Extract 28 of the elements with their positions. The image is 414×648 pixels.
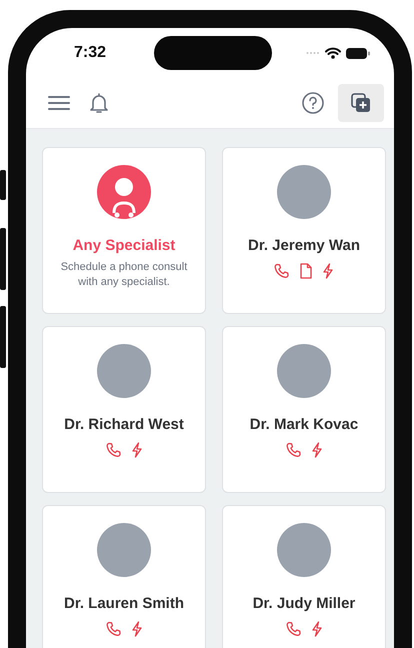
card-description: Schedule a phone consult with any specialist. — [60, 260, 188, 290]
add-button[interactable] — [338, 84, 384, 122]
doctor-name: Dr. Judy Miller — [252, 595, 356, 612]
card-title: Any Specialist — [72, 237, 176, 254]
menu-icon[interactable] — [48, 95, 70, 111]
doctor-name: Dr. Mark Kovac — [250, 416, 358, 433]
avatar-placeholder — [277, 523, 331, 577]
add-copy-icon — [351, 93, 371, 113]
doctor-card[interactable]: Dr. Richard West — [42, 326, 206, 493]
doctor-card[interactable]: Dr. Lauren Smith — [42, 505, 206, 648]
doctor-card[interactable]: Any Specialist Schedule a phone consult with any specialist. — [42, 147, 206, 314]
wifi-icon — [325, 47, 341, 59]
avatar-placeholder — [97, 523, 151, 577]
battery-icon — [346, 48, 370, 58]
signal-icon — [306, 51, 320, 55]
bell-icon[interactable] — [88, 92, 110, 114]
avatar-placeholder — [277, 165, 331, 219]
doctor-card[interactable]: Dr. Mark Kovac — [222, 326, 386, 493]
doctor-name: Dr. Jeremy Wan — [248, 237, 360, 254]
help-icon[interactable] — [302, 92, 324, 114]
doctor-card[interactable]: Dr. Jeremy Wan — [222, 147, 386, 314]
avatar-placeholder — [97, 344, 151, 398]
specialist-icon — [97, 165, 151, 219]
status-time: 7:32 — [74, 44, 108, 62]
avatar-placeholder — [277, 344, 331, 398]
doctor-name: Dr. Richard West — [64, 416, 184, 433]
doctor-card[interactable]: Dr. Judy Miller — [222, 505, 386, 648]
doctor-name: Dr. Lauren Smith — [64, 595, 184, 612]
